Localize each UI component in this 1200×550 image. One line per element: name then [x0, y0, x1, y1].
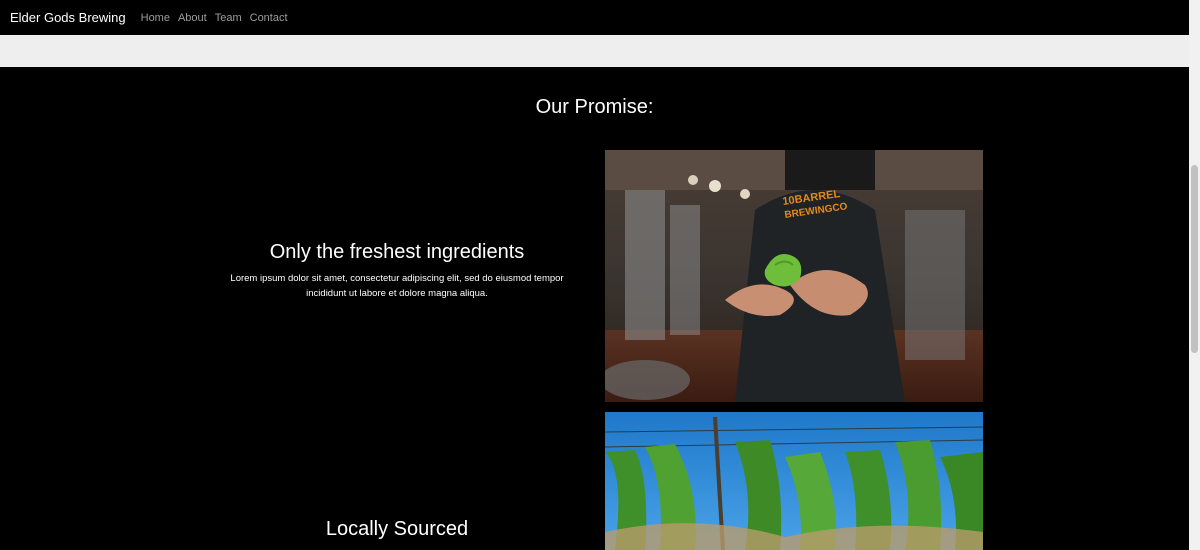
feature-text-fresh: Lorem ipsum dolor sit amet, consectetur …	[230, 273, 564, 299]
nav-link-about[interactable]: About	[178, 12, 207, 24]
page-scrollbar[interactable]	[1189, 0, 1200, 550]
nav-link-team[interactable]: Team	[215, 12, 242, 24]
jumbotron-band	[0, 35, 1189, 67]
brand-link[interactable]: Elder Gods Brewing	[10, 10, 126, 25]
feature-heading-fresh: Only the freshest ingredients	[269, 241, 525, 263]
scrollbar-thumb[interactable]	[1191, 165, 1198, 353]
feature-heading-local: Locally Sourced	[325, 518, 469, 540]
promise-title: Our Promise:	[535, 96, 654, 118]
nav-link-home[interactable]: Home	[141, 12, 170, 24]
nav-link-contact[interactable]: Contact	[250, 12, 288, 24]
hop-field-image	[605, 412, 983, 550]
navbar: Elder Gods Brewing Home About Team Conta…	[0, 0, 1189, 35]
brewer-holding-hops-image: 10BARREL BREWINGCO	[605, 150, 983, 402]
